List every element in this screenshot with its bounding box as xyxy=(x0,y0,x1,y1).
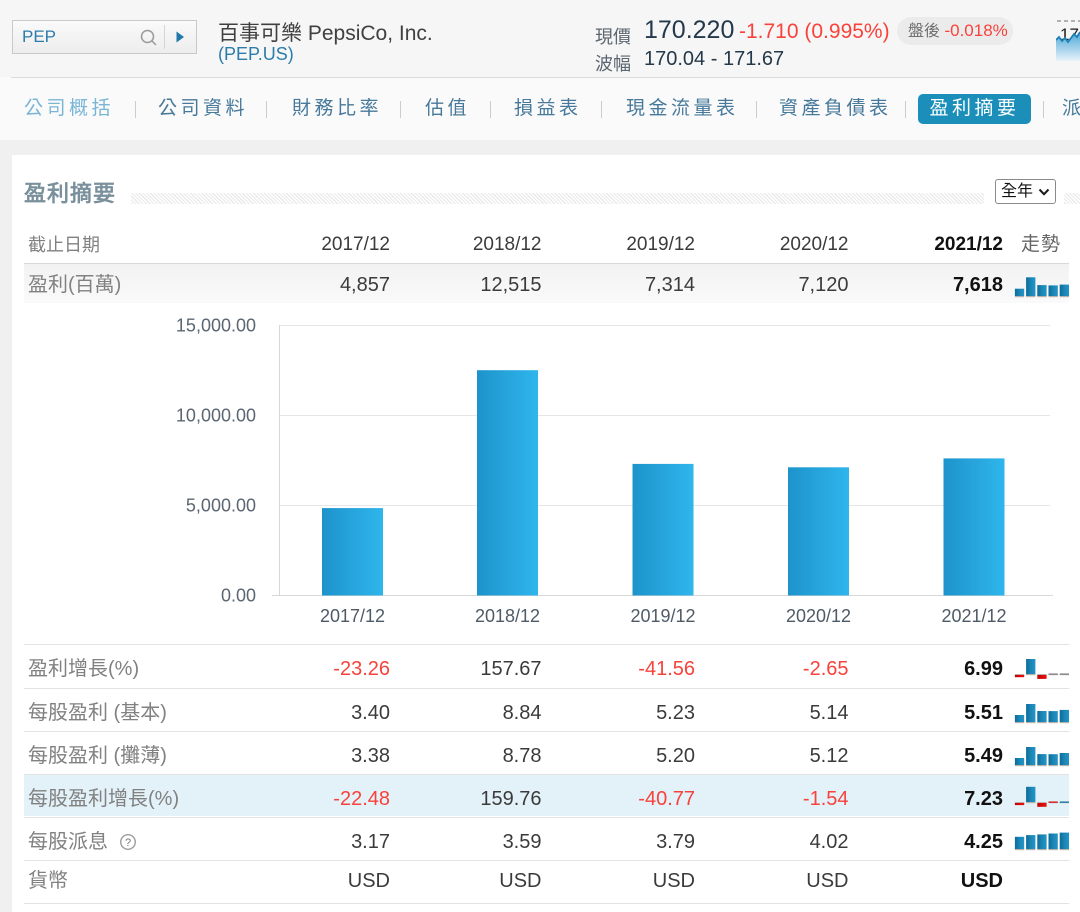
svg-text:2021/12: 2021/12 xyxy=(941,606,1006,626)
svg-text:5,000.00: 5,000.00 xyxy=(186,496,256,516)
svg-text:2020/12: 2020/12 xyxy=(786,606,851,626)
svg-text:2017/12: 2017/12 xyxy=(320,606,385,626)
svg-text:2019/12: 2019/12 xyxy=(630,606,695,626)
svg-text:10,000.00: 10,000.00 xyxy=(176,406,256,426)
svg-text:2018/12: 2018/12 xyxy=(475,606,540,626)
svg-text:0.00: 0.00 xyxy=(221,586,256,606)
svg-text:?: ? xyxy=(125,837,131,849)
svg-text:15,000.00: 15,000.00 xyxy=(176,316,256,336)
